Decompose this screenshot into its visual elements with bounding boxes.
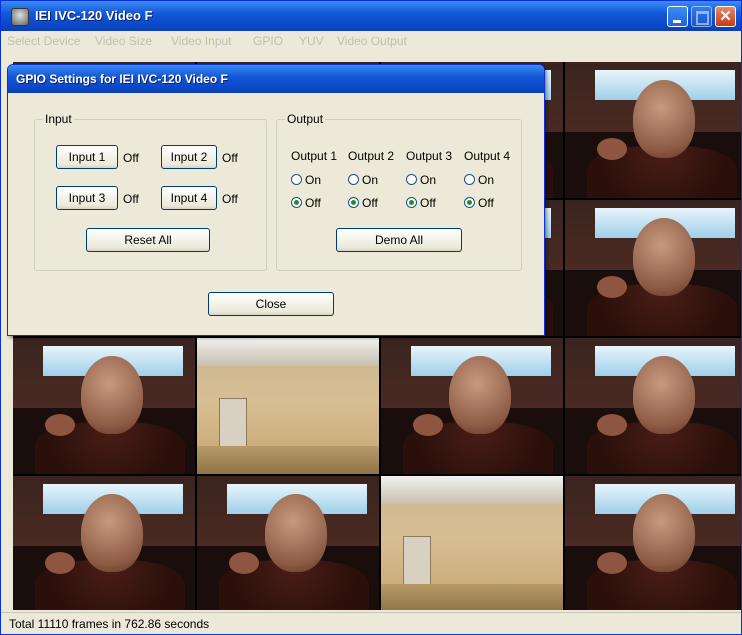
gpio-dialog: GPIO Settings for IEI IVC-120 Video F In…	[7, 64, 545, 336]
input-1-state: Off	[123, 151, 139, 165]
video-tile-person	[13, 338, 195, 474]
status-bar: Total 11110 frames in 762.86 seconds	[1, 612, 741, 634]
output-1-label: Output 1	[291, 149, 338, 163]
dialog-title: GPIO Settings for IEI IVC-120 Video F	[16, 72, 228, 86]
output-group-label: Output	[285, 112, 326, 126]
demo-all-button[interactable]: Demo All	[336, 228, 462, 252]
output-3-label: Output 3	[406, 149, 453, 163]
menu-video-output[interactable]: Video Output	[337, 34, 407, 48]
input-2-button[interactable]: Input 2	[161, 145, 217, 169]
input-4-state: Off	[222, 192, 238, 206]
input-2-state: Off	[222, 151, 238, 165]
app-icon	[11, 8, 29, 26]
menu-gpio[interactable]: GPIO	[253, 34, 283, 48]
radio-icon	[348, 174, 359, 185]
close-window-button[interactable]: ✕	[715, 6, 736, 27]
input-4-button[interactable]: Input 4	[161, 186, 217, 210]
radio-icon	[291, 174, 302, 185]
menu-yuv[interactable]: YUV	[299, 34, 324, 48]
radio-label: Off	[478, 196, 494, 210]
input-3-button[interactable]: Input 3	[56, 186, 118, 210]
output-2-off-radio[interactable]: Off	[348, 196, 378, 210]
output-3-off-radio[interactable]: Off	[406, 196, 436, 210]
video-tile-person	[13, 476, 195, 610]
radio-icon	[406, 174, 417, 185]
main-window: IEI IVC-120 Video F ✕ Select Device Vide…	[0, 0, 742, 635]
output-4-off-radio[interactable]: Off	[464, 196, 494, 210]
output-2-on-radio[interactable]: On	[348, 173, 378, 187]
video-tile-person	[565, 476, 741, 610]
radio-label: On	[305, 173, 322, 187]
radio-label: Off	[420, 196, 436, 210]
minimize-button[interactable]	[667, 6, 688, 27]
input-3-state: Off	[123, 192, 139, 206]
menu-bar: Select Device Video Size Video Input GPI…	[1, 31, 741, 51]
menu-video-size[interactable]: Video Size	[95, 34, 152, 48]
close-icon: ✕	[719, 8, 732, 25]
video-tile-person	[197, 476, 379, 610]
title-bar[interactable]: IEI IVC-120 Video F ✕	[1, 1, 741, 31]
video-tile-person	[565, 338, 741, 474]
radio-label: Off	[305, 196, 321, 210]
output-4-label: Output 4	[464, 149, 511, 163]
menu-select-device[interactable]: Select Device	[7, 34, 80, 48]
menu-video-input[interactable]: Video Input	[171, 34, 232, 48]
output-1-on-radio[interactable]: On	[291, 173, 321, 187]
input-1-button[interactable]: Input 1	[56, 145, 118, 169]
radio-icon	[464, 174, 475, 185]
output-3-on-radio[interactable]: On	[406, 173, 436, 187]
radio-selected-icon	[291, 197, 302, 208]
radio-label: On	[362, 173, 379, 187]
video-tile-person	[565, 62, 741, 198]
radio-label: On	[420, 173, 437, 187]
input-group-label: Input	[43, 112, 74, 126]
status-text: Total 11110 frames in 762.86 seconds	[9, 617, 210, 631]
radio-selected-icon	[406, 197, 417, 208]
radio-label: Off	[362, 196, 378, 210]
output-1-off-radio[interactable]: Off	[291, 196, 321, 210]
window-title: IEI IVC-120 Video F	[35, 8, 153, 23]
video-tile-person	[565, 200, 741, 336]
video-tile-room	[197, 338, 379, 474]
radio-selected-icon	[348, 197, 359, 208]
radio-selected-icon	[464, 197, 475, 208]
maximize-button[interactable]	[691, 6, 712, 27]
dialog-title-bar[interactable]: GPIO Settings for IEI IVC-120 Video F	[8, 65, 544, 93]
video-tile-room	[381, 476, 563, 610]
radio-label: On	[478, 173, 495, 187]
output-4-on-radio[interactable]: On	[464, 173, 494, 187]
output-2-label: Output 2	[348, 149, 395, 163]
video-tile-person	[381, 338, 563, 474]
reset-all-button[interactable]: Reset All	[86, 228, 210, 252]
close-dialog-button[interactable]: Close	[208, 292, 334, 316]
